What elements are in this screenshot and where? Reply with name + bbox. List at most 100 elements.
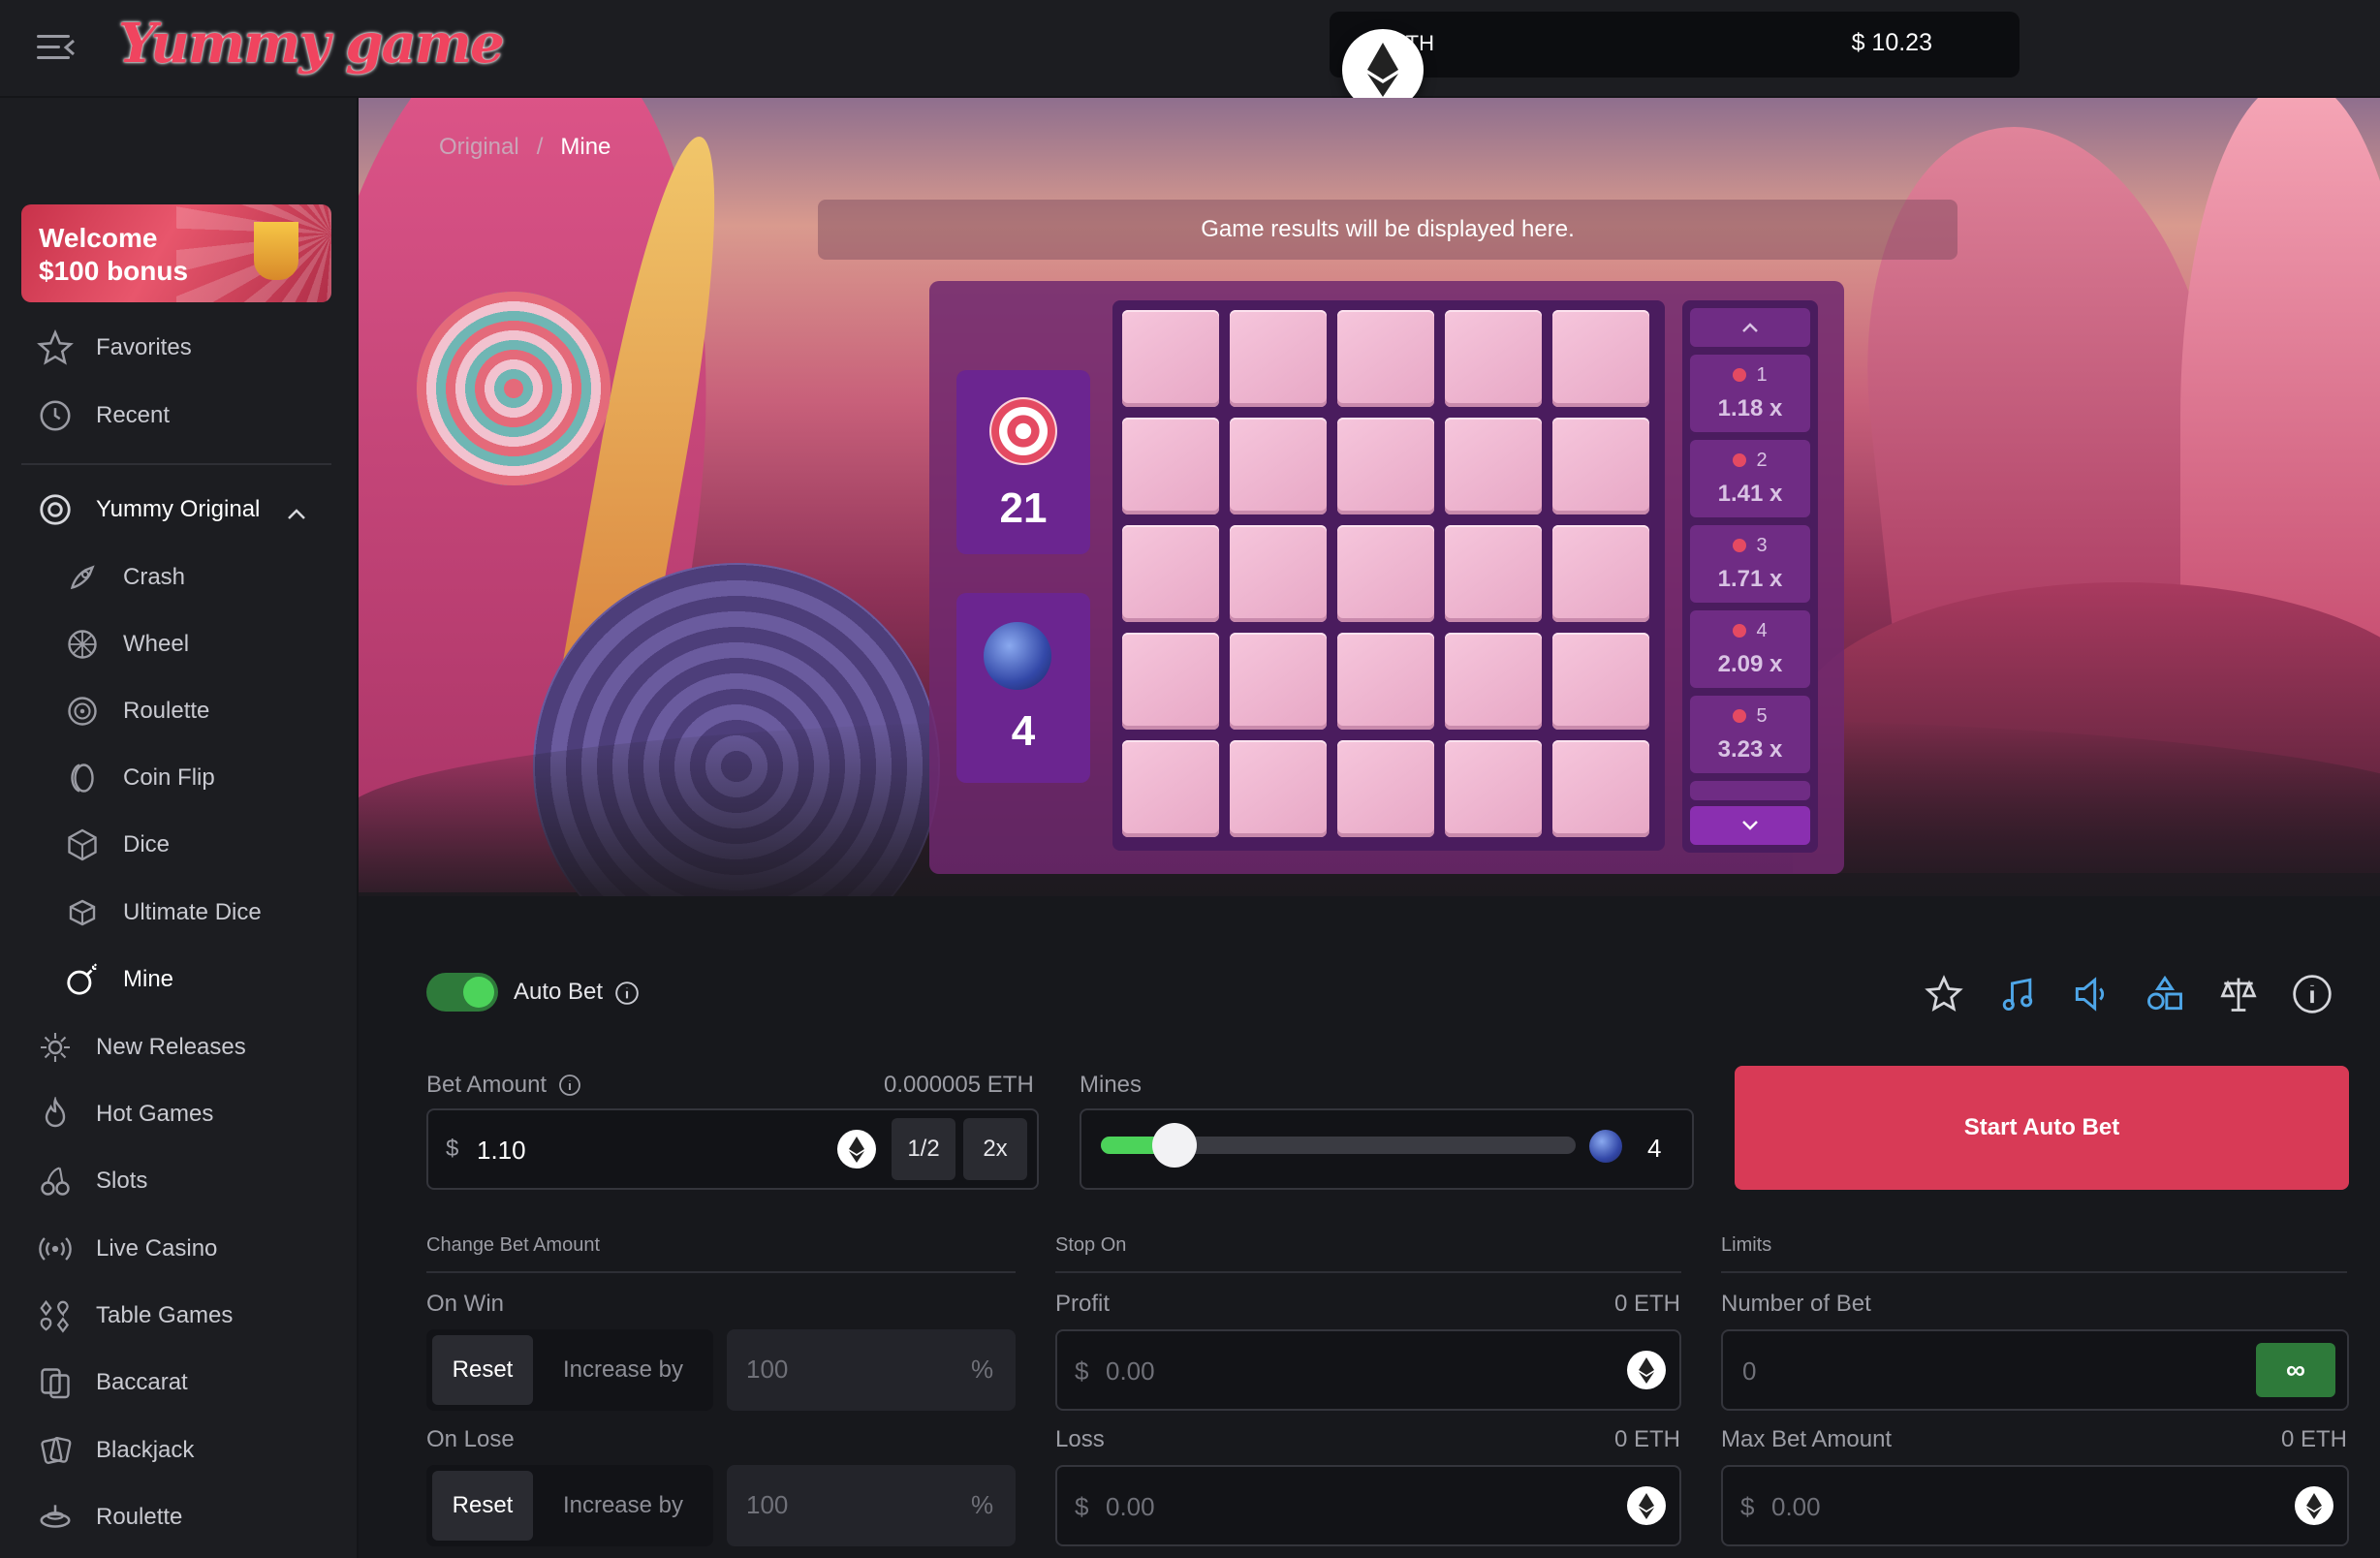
loss-label: Loss xyxy=(1055,1426,1105,1452)
sound-icon[interactable] xyxy=(2070,973,2113,1015)
mine-tile[interactable] xyxy=(1337,740,1434,837)
mine-tile[interactable] xyxy=(1445,418,1542,514)
mine-tile[interactable] xyxy=(1122,310,1219,407)
sidebar-item-label: New Releases xyxy=(96,1034,246,1060)
sidebar-item-crash[interactable]: Crash xyxy=(0,550,359,605)
loss-field[interactable]: $ 0.00 xyxy=(1055,1465,1681,1546)
mine-tile[interactable] xyxy=(1552,740,1649,837)
bet-info-icon[interactable] xyxy=(558,1074,581,1102)
double-bet-button[interactable]: 2x xyxy=(963,1118,1027,1180)
sidebar-item-mine[interactable]: Mine xyxy=(0,952,359,1007)
chevron-up-icon[interactable] xyxy=(287,500,306,527)
sidebar-item-coin-flip[interactable]: Coin Flip xyxy=(0,751,359,805)
mine-tile[interactable] xyxy=(1122,418,1219,514)
infinity-button[interactable]: ∞ xyxy=(2256,1343,2335,1397)
sidebar-item-roulette-table[interactable]: Roulette xyxy=(0,1490,359,1544)
on-win-mode-switch: Reset Increase by xyxy=(426,1329,713,1411)
sidebar-item-dice[interactable]: Dice xyxy=(0,818,359,872)
sidebar-divider xyxy=(21,463,331,465)
half-bet-button[interactable]: 1/2 xyxy=(892,1118,955,1180)
sidebar-item-ultimate-dice[interactable]: Ultimate Dice xyxy=(0,886,359,940)
menu-toggle-icon[interactable] xyxy=(37,31,76,64)
percent-symbol: % xyxy=(971,1490,994,1519)
history-icon xyxy=(37,397,74,434)
mine-tile[interactable] xyxy=(1122,525,1219,622)
bet-amount-value[interactable]: 1.10 xyxy=(477,1136,526,1166)
start-auto-bet-button[interactable]: Start Auto Bet xyxy=(1735,1066,2349,1190)
game-info-icon[interactable] xyxy=(2291,973,2333,1015)
on-win-percent-field[interactable]: 100 % xyxy=(727,1329,1016,1411)
on-lose-percent-field[interactable]: 100 % xyxy=(727,1465,1016,1546)
favorite-star-icon[interactable] xyxy=(1923,973,1965,1015)
sidebar-item-recent[interactable]: Recent xyxy=(0,389,359,443)
wallet-balance-box[interactable]: ETH $ 10.23 xyxy=(1330,12,2020,78)
sidebar-item-blackjack[interactable]: Blackjack xyxy=(0,1423,359,1478)
sidebar-item-label: Live Casino xyxy=(96,1235,218,1262)
music-icon[interactable] xyxy=(1996,973,2039,1015)
max-bet-placeholder: 0.00 xyxy=(1771,1492,1821,1521)
sidebar-item-table-games[interactable]: Table Games xyxy=(0,1289,359,1343)
cherry-icon xyxy=(37,1163,74,1200)
mine-tile[interactable] xyxy=(1337,418,1434,514)
mine-tile[interactable] xyxy=(1230,418,1327,514)
on-lose-reset-button[interactable]: Reset xyxy=(432,1471,533,1541)
sidebar-item-live-casino[interactable]: Live Casino xyxy=(0,1222,359,1276)
mines-slider[interactable] xyxy=(1101,1123,1576,1168)
mine-tile[interactable] xyxy=(1230,310,1327,407)
mine-tile[interactable] xyxy=(1230,525,1327,622)
mine-tile[interactable] xyxy=(1122,740,1219,837)
sidebar-item-favorites[interactable]: Favorites xyxy=(0,321,359,375)
stop-on-heading: Stop On xyxy=(1055,1234,1127,1256)
mine-tile[interactable] xyxy=(1552,418,1649,514)
info-icon[interactable] xyxy=(614,981,640,1011)
mine-tile[interactable] xyxy=(1445,310,1542,407)
mine-tile[interactable] xyxy=(1445,740,1542,837)
flame-icon xyxy=(37,1096,74,1133)
sidebar-item-wheel[interactable]: Wheel xyxy=(0,617,359,671)
on-lose-increase-button[interactable]: Increase by xyxy=(539,1471,707,1541)
profit-field[interactable]: $ 0.00 xyxy=(1055,1329,1681,1411)
fairness-scale-icon[interactable] xyxy=(2217,973,2260,1015)
profit-placeholder: 0.00 xyxy=(1106,1356,1155,1386)
shapes-icon[interactable] xyxy=(2144,973,2186,1015)
eth-icon xyxy=(837,1130,876,1168)
mine-tile[interactable] xyxy=(1230,740,1327,837)
on-win-reset-button[interactable]: Reset xyxy=(432,1335,533,1405)
sidebar-item-baccarat[interactable]: Baccarat xyxy=(0,1355,359,1410)
number-of-bet-field[interactable]: 0 ∞ xyxy=(1721,1329,2349,1411)
bet-amount-field[interactable]: $ 1.10 1/2 2x xyxy=(426,1108,1039,1190)
promo-subtitle: $100 bonus xyxy=(39,256,189,286)
mine-tile[interactable] xyxy=(1552,310,1649,407)
sidebar-item-slots[interactable]: Slots xyxy=(0,1154,359,1208)
wallet-balance: $ 10.23 xyxy=(1851,29,1932,56)
slider-handle[interactable] xyxy=(1152,1123,1197,1168)
sidebar-item-label: Crash xyxy=(123,564,186,590)
mine-tile[interactable] xyxy=(1552,525,1649,622)
mine-tile[interactable] xyxy=(1337,525,1434,622)
max-bet-field[interactable]: $ 0.00 xyxy=(1721,1465,2349,1546)
candy-gem-icon xyxy=(989,397,1057,465)
site-logo[interactable]: Yummy game xyxy=(118,12,505,76)
auto-bet-toggle[interactable] xyxy=(426,973,498,1012)
sidebar-item-hot-games[interactable]: Hot Games xyxy=(0,1087,359,1141)
sidebar-item-label: Roulette xyxy=(96,1504,183,1530)
sidebar-item-new-releases[interactable]: New Releases xyxy=(0,1020,359,1075)
mine-tile[interactable] xyxy=(1122,633,1219,730)
eth-icon xyxy=(1627,1486,1666,1525)
sidebar-item-yummy-original[interactable]: Yummy Original xyxy=(0,483,359,537)
mine-tile[interactable] xyxy=(1445,633,1542,730)
scroll-up-icon[interactable] xyxy=(1690,308,1810,347)
mine-tile[interactable] xyxy=(1552,633,1649,730)
scroll-down-icon[interactable] xyxy=(1690,806,1810,845)
sidebar-item-roulette[interactable]: Roulette xyxy=(0,684,359,738)
welcome-bonus-banner[interactable]: Welcome $100 bonus xyxy=(21,204,331,302)
mine-tile[interactable] xyxy=(1337,633,1434,730)
breadcrumb-parent-link[interactable]: Original xyxy=(439,134,519,160)
mine-tile[interactable] xyxy=(1230,633,1327,730)
broadcast-icon xyxy=(37,1231,74,1267)
on-win-increase-button[interactable]: Increase by xyxy=(539,1335,707,1405)
promo-title: Welcome xyxy=(39,223,158,253)
mine-tile[interactable] xyxy=(1445,525,1542,622)
mine-tile[interactable] xyxy=(1337,310,1434,407)
rocket-icon xyxy=(64,559,101,596)
